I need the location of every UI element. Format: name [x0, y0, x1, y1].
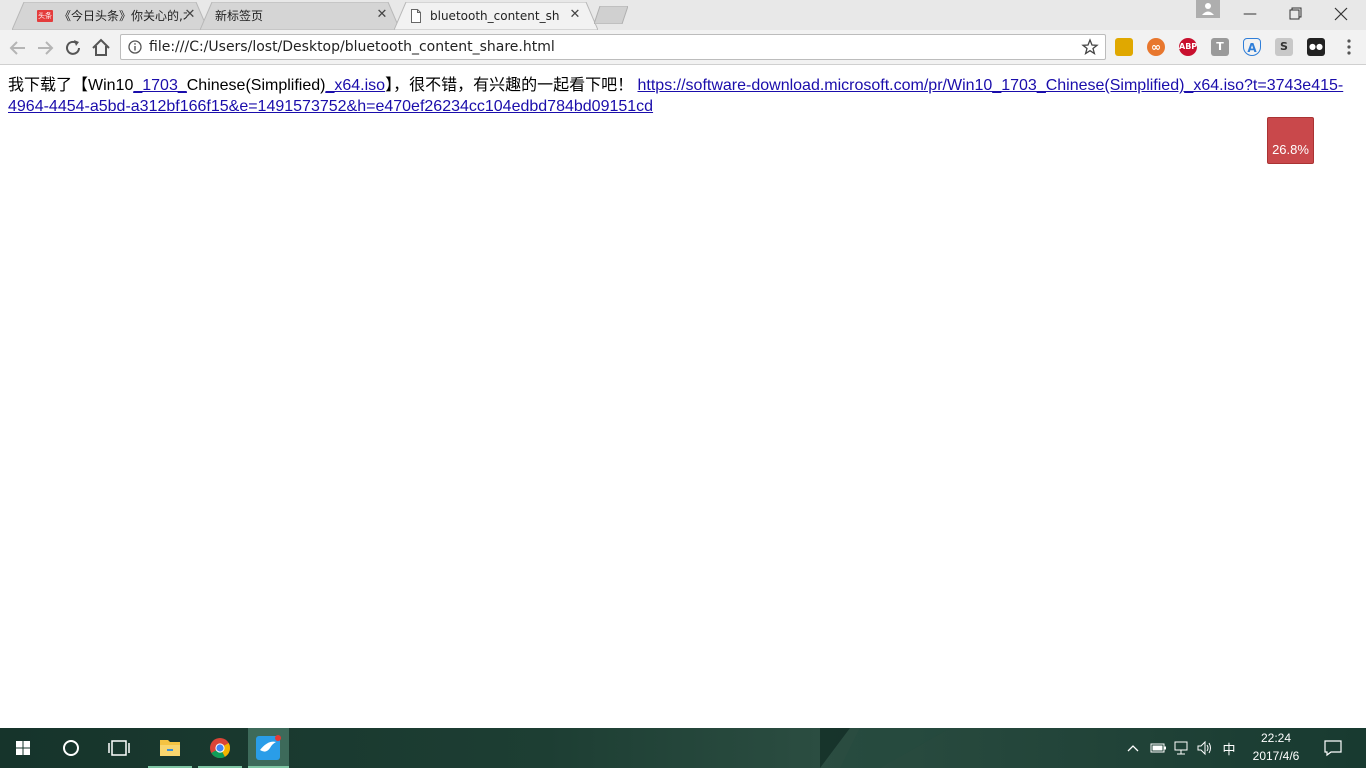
cortana-button[interactable] [48, 728, 94, 768]
start-button[interactable] [0, 728, 46, 768]
back-arrow-icon[interactable] [6, 36, 30, 60]
restore-button[interactable] [1272, 0, 1318, 28]
minimize-button[interactable]: — [1227, 0, 1273, 28]
task-view-button[interactable] [96, 728, 142, 768]
tab-close-icon[interactable]: ✕ [374, 7, 390, 23]
yellow-bird-extension-icon[interactable] [1115, 38, 1133, 56]
clock-time[interactable]: 22:24 [1246, 731, 1306, 745]
progress-label: 26.8% [1272, 142, 1309, 157]
file-explorer-icon [160, 740, 180, 756]
bird-app-icon [256, 735, 281, 760]
new-tab-button[interactable] [594, 6, 628, 24]
tab-title: 《今日头条》你关心的,才 [59, 9, 187, 23]
chrome-icon [210, 738, 231, 759]
share-text-underlined-2: _x64.iso [325, 77, 386, 94]
address-url[interactable]: file:///C:/Users/lost/Desktop/bluetooth_… [149, 39, 555, 55]
s-extension-icon[interactable]: S [1275, 38, 1293, 56]
adblock-plus-icon[interactable]: ABP [1179, 38, 1197, 56]
tab-bluetooth-content-share[interactable]: bluetooth_content_sha ✕ [394, 2, 598, 30]
forward-arrow-icon[interactable] [33, 36, 57, 60]
start-icon [16, 741, 30, 755]
share-text-prefix: 我下载了【Win10 [8, 77, 134, 94]
tab-close-icon[interactable]: ✕ [182, 7, 198, 23]
wallpaper-shape [820, 728, 950, 768]
address-bar[interactable]: file:///C:/Users/lost/Desktop/bluetooth_… [120, 34, 1106, 60]
info-icon[interactable] [128, 40, 142, 54]
task-view-icon [108, 740, 130, 756]
bird-app-button[interactable] [248, 728, 289, 768]
windows-taskbar: 中 22:24 2017/4/6 [0, 728, 1366, 768]
browser-titlebar: 头条 《今日头条》你关心的,才 ✕ 新标签页 ✕ bluetooth_conte… [0, 0, 1366, 30]
share-text-middle: Chinese(Simplified) [186, 77, 326, 94]
infinity-extension-icon[interactable]: ∞ [1147, 38, 1165, 56]
chevron-up-icon[interactable] [1125, 741, 1141, 755]
share-text-underlined-1: _1703_ [133, 77, 187, 94]
shield-a-extension-icon[interactable]: A [1243, 38, 1261, 56]
tab-toutiao[interactable]: 头条 《今日头条》你关心的,才 ✕ [12, 2, 208, 30]
t-extension-icon[interactable]: T [1211, 38, 1229, 56]
profile-avatar-icon[interactable] [1196, 0, 1220, 18]
share-text-suffix: 】，很不错，有兴趣的一起看下吧！ [385, 77, 638, 94]
menu-dots-icon[interactable] [1340, 38, 1358, 56]
page-content: 我下载了【Win10_1703_Chinese(Simplified)_x64.… [0, 66, 1366, 728]
ime-indicator[interactable]: 中 [1218, 739, 1240, 758]
tab-title: 新标签页 [215, 9, 264, 23]
tab-new-tab[interactable]: 新标签页 ✕ [200, 2, 400, 30]
bookmark-star-icon[interactable] [1081, 38, 1099, 56]
document-icon [411, 9, 421, 23]
reload-icon[interactable] [61, 36, 85, 60]
clock-date[interactable]: 2017/4/6 [1246, 749, 1306, 763]
share-message: 我下载了【Win10_1703_Chinese(Simplified)_x64.… [8, 75, 1348, 117]
action-center-icon[interactable] [1323, 739, 1343, 757]
toutiao-favicon: 头条 [37, 10, 53, 22]
cortana-icon [63, 740, 79, 756]
chrome-button[interactable] [198, 728, 242, 768]
close-window-button[interactable] [1318, 0, 1364, 28]
volume-icon[interactable] [1196, 740, 1214, 756]
browser-toolbar: file:///C:/Users/lost/Desktop/bluetooth_… [0, 30, 1366, 65]
home-icon[interactable] [89, 36, 113, 60]
tab-title: bluetooth_content_sha [430, 9, 560, 23]
tampermonkey-icon[interactable]: ●● [1307, 38, 1325, 56]
file-explorer-button[interactable] [148, 728, 192, 768]
download-progress-badge[interactable]: 26.8% [1267, 117, 1314, 164]
network-icon[interactable] [1173, 740, 1191, 756]
battery-icon[interactable] [1149, 741, 1167, 755]
tab-close-icon[interactable]: ✕ [567, 7, 583, 23]
